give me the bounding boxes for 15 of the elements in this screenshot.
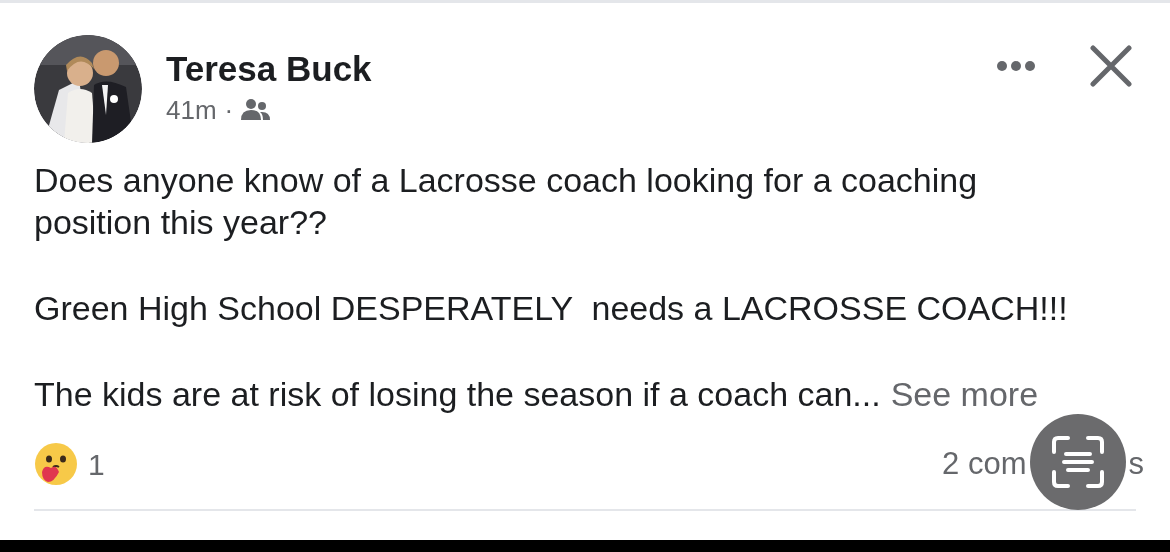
post-text: The kids are at risk of losing the season if a coach can...: [34, 374, 881, 415]
post-text: Does anyone know of a Lacrosse coach looking for a coaching position this year??: [34, 160, 979, 243]
reaction-count[interactable]: 1: [88, 441, 105, 487]
see-more-link[interactable]: See more: [890, 373, 1039, 415]
separator: ·: [224, 95, 234, 125]
comments-count[interactable]: 2 com: [942, 440, 1027, 488]
post-text: Green High School DESPERATELY needs a LACROSSE COACH!!!: [34, 288, 1069, 329]
close-icon[interactable]: [1090, 45, 1132, 87]
friends-icon[interactable]: [241, 98, 272, 122]
author-name[interactable]: Teresa Buck: [166, 49, 372, 89]
more-options-icon[interactable]: [996, 60, 1036, 72]
post-time[interactable]: 41m: [166, 95, 217, 125]
text-scan-icon: [1050, 434, 1106, 490]
comments-count[interactable]: s: [1128, 440, 1144, 488]
care-reaction-icon[interactable]: [34, 442, 78, 486]
